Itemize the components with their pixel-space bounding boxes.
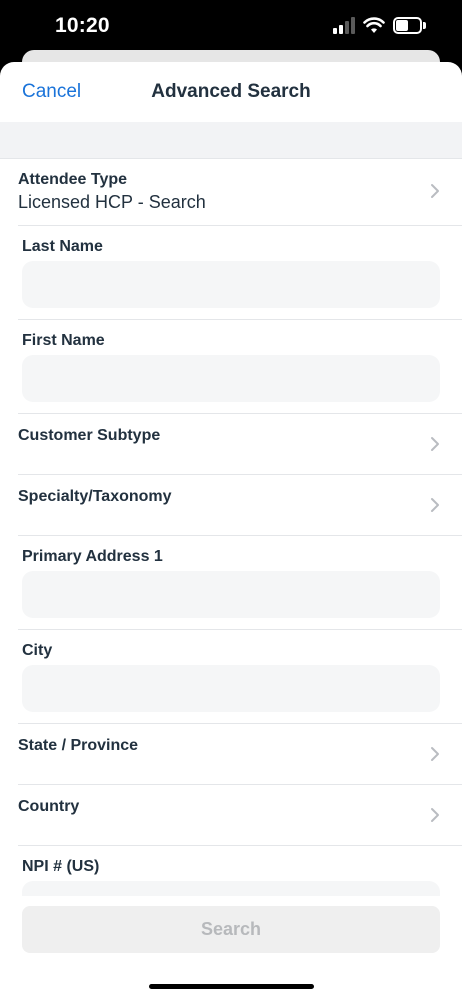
chevron-right-icon	[431, 437, 439, 451]
attendee-type-row[interactable]: Attendee Type Licensed HCP - Search	[0, 159, 462, 225]
country-row[interactable]: Country	[0, 785, 462, 845]
last-name-row: Last Name	[0, 226, 462, 319]
npi-label: NPI # (US)	[22, 858, 100, 875]
first-name-label: First Name	[22, 332, 105, 349]
city-input[interactable]	[22, 665, 440, 712]
attendee-type-value: Licensed HCP - Search	[18, 192, 206, 212]
city-label: City	[22, 642, 53, 659]
bottom-action-area: Search	[0, 896, 462, 999]
first-name-input[interactable]	[22, 355, 440, 402]
phone-screen: 10:20 Cancel Advanced Search Attendee Ty…	[0, 0, 462, 999]
customer-subtype-row[interactable]: Customer Subtype	[0, 414, 462, 474]
specialty-taxonomy-label: Specialty/Taxonomy	[18, 488, 172, 505]
wifi-icon	[363, 17, 385, 33]
status-time: 10:20	[55, 14, 110, 37]
home-indicator[interactable]	[149, 984, 314, 989]
state-province-row[interactable]: State / Province	[0, 724, 462, 784]
chevron-right-icon	[431, 747, 439, 761]
primary-address-label: Primary Address 1	[22, 548, 163, 565]
city-row: City	[0, 630, 462, 723]
search-button[interactable]: Search	[22, 906, 440, 953]
status-bar: 10:20	[0, 0, 462, 55]
specialty-taxonomy-row[interactable]: Specialty/Taxonomy	[0, 475, 462, 535]
chevron-right-icon	[431, 184, 439, 198]
last-name-input[interactable]	[22, 261, 440, 308]
primary-address-input[interactable]	[22, 571, 440, 618]
nav-bar: Cancel Advanced Search	[0, 62, 462, 122]
chevron-right-icon	[431, 808, 439, 822]
primary-address-row: Primary Address 1	[0, 536, 462, 629]
state-province-label: State / Province	[18, 737, 139, 754]
attendee-type-label: Attendee Type	[18, 171, 128, 188]
advanced-search-sheet: Cancel Advanced Search Attendee Type Lic…	[0, 62, 462, 999]
last-name-label: Last Name	[22, 238, 103, 255]
first-name-row: First Name	[0, 320, 462, 413]
page-title: Advanced Search	[151, 81, 311, 102]
customer-subtype-label: Customer Subtype	[18, 427, 161, 444]
cellular-signal-icon	[333, 17, 355, 34]
chevron-right-icon	[431, 498, 439, 512]
battery-icon	[393, 17, 426, 34]
header-separator-band	[0, 122, 462, 159]
country-label: Country	[18, 798, 80, 815]
